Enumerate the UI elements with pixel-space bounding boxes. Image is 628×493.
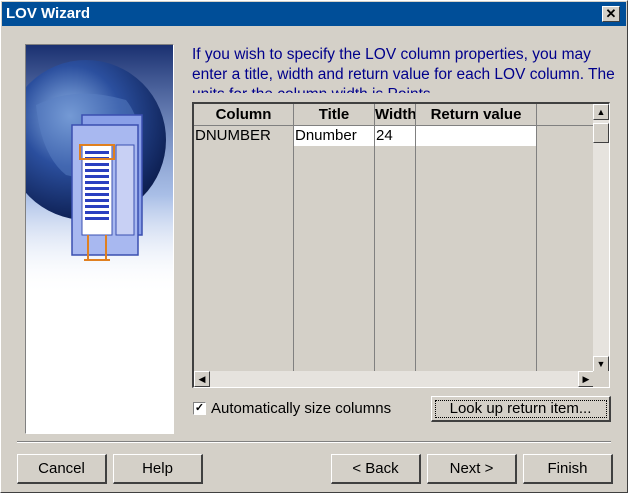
scroll-right-icon[interactable]: ▶ [578, 371, 594, 387]
cell-return-value[interactable] [416, 126, 536, 146]
cell-column[interactable]: DNUMBER [194, 126, 293, 146]
back-button[interactable]: < Back [331, 454, 421, 484]
lov-wizard-window: LOV Wizard ✕ If you wish to specify the … [0, 0, 628, 493]
scroll-left-icon[interactable]: ◀ [194, 371, 210, 387]
instructions-text: If you wish to specify the LOV column pr… [192, 46, 615, 93]
lov-column-grid[interactable]: Column Title Width Return value DNUMBER … [192, 102, 610, 388]
vertical-scroll-thumb[interactable] [593, 123, 609, 143]
column-divider [415, 126, 416, 374]
column-divider [293, 126, 294, 374]
globe-document-illustration [26, 45, 173, 295]
wizard-illustration [25, 44, 174, 434]
cancel-button[interactable]: Cancel [17, 454, 107, 484]
column-divider [536, 126, 537, 374]
horizontal-scrollbar[interactable]: ◀ ▶ [194, 371, 594, 387]
look-up-return-item-button[interactable]: Look up return item... [431, 396, 611, 422]
cell-title[interactable]: Dnumber [294, 126, 374, 146]
finish-button[interactable]: Finish [523, 454, 613, 484]
scroll-up-icon[interactable]: ▲ [593, 104, 609, 120]
button-separator [17, 441, 611, 443]
window-title: LOV Wizard [6, 5, 91, 22]
column-divider [374, 126, 375, 374]
header-empty [537, 104, 594, 126]
help-button[interactable]: Help [113, 454, 203, 484]
header-title[interactable]: Title [294, 104, 375, 126]
scrollbar-corner [593, 371, 609, 387]
title-bar[interactable]: LOV Wizard ✕ [2, 2, 626, 26]
auto-size-checkbox[interactable]: ✓ [193, 402, 206, 415]
auto-size-label[interactable]: Automatically size columns [211, 400, 391, 417]
vertical-scrollbar[interactable]: ▲ ▼ [593, 104, 609, 372]
header-width[interactable]: Width [375, 104, 416, 126]
scroll-down-icon[interactable]: ▼ [593, 356, 609, 372]
close-icon[interactable]: ✕ [602, 6, 620, 22]
cell-width[interactable]: 24 [375, 126, 415, 146]
next-button[interactable]: Next > [427, 454, 517, 484]
header-return-value[interactable]: Return value [416, 104, 537, 126]
header-column[interactable]: Column [194, 104, 294, 126]
